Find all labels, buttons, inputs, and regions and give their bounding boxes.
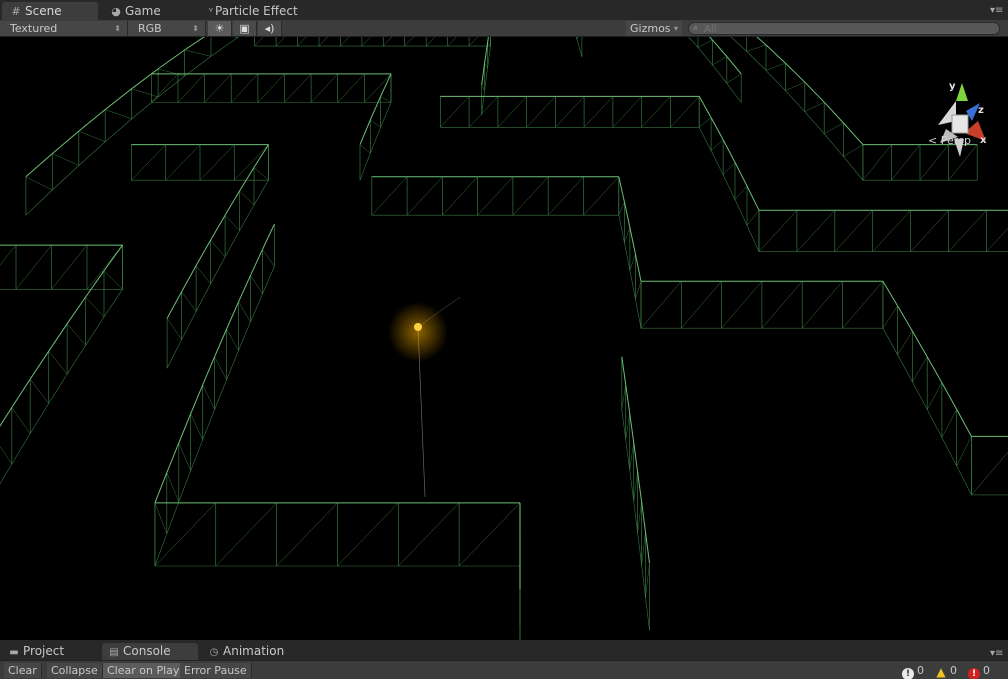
error-pause-button[interactable]: Error Pause xyxy=(180,663,252,678)
tab-particle-effect-label: Particle Effect xyxy=(215,4,298,18)
tab-scene-label: Scene xyxy=(25,4,62,18)
light-bulb-icon xyxy=(414,323,422,331)
speaker-icon: ◂) xyxy=(264,22,275,35)
projection-label[interactable]: < Persp xyxy=(928,134,971,147)
particle-icon: ᵛ xyxy=(208,5,214,18)
console-icon: ▤ xyxy=(109,647,119,658)
warning-count: 0 xyxy=(950,664,957,677)
axis-cone-y xyxy=(956,83,968,101)
tab-scene[interactable]: # Scene xyxy=(2,2,98,20)
clear-button[interactable]: Clear xyxy=(4,663,42,678)
info-counter[interactable]: ! 0 xyxy=(902,663,924,679)
persp-arrow-icon: < xyxy=(928,134,938,147)
lighting-toggle[interactable]: ☀ xyxy=(208,21,232,36)
warning-icon: ▲ xyxy=(936,665,946,679)
tab-game[interactable]: ◕ Game xyxy=(102,2,198,20)
gizmos-dropdown[interactable]: Gizmos ▾ xyxy=(626,21,682,36)
panel-menu-icon[interactable]: ▾≡ xyxy=(990,6,1003,16)
render-mode-value: Textured xyxy=(10,22,58,35)
pacman-icon: ◕ xyxy=(111,5,121,18)
error-count: 0 xyxy=(983,664,990,677)
sun-icon: ☀ xyxy=(214,22,225,35)
console-menu-icon[interactable]: ▾≡ xyxy=(990,649,1003,659)
render-mode-dropdown[interactable]: Textured ⬍ xyxy=(0,21,128,36)
tab-game-label: Game xyxy=(125,4,161,18)
clear-on-play-button[interactable]: Clear on Play xyxy=(103,663,185,678)
warning-counter[interactable]: ▲ 0 xyxy=(935,663,957,678)
maze-wireframe xyxy=(0,37,1008,640)
search-icon: ⌕ xyxy=(693,23,699,33)
collapse-button[interactable]: Collapse xyxy=(47,663,103,678)
skybox-toggle[interactable]: ▣ xyxy=(233,21,257,36)
scene-toolbar: Textured ⬍ RGB ⬍ ☀ ▣ ◂) Gizmos ▾ ⌕ xyxy=(0,20,1008,37)
axis-label-y: y xyxy=(949,81,956,92)
tab-project-label: Project xyxy=(23,644,65,658)
color-mode-value: RGB xyxy=(138,22,162,35)
persp-label: Persp xyxy=(940,134,971,147)
tab-console-label: Console xyxy=(123,644,171,658)
tab-animation[interactable]: ◷ Animation xyxy=(202,643,298,660)
bottom-tab-strip: ▬ Project ▤ Console ◷ Animation ▾≡ xyxy=(0,640,1008,660)
color-mode-dropdown[interactable]: RGB ⬍ xyxy=(128,21,206,36)
axis-label-x: x xyxy=(980,135,987,146)
tab-project[interactable]: ▬ Project xyxy=(2,643,98,660)
console-toolbar: Clear Collapse Clear on Play Error Pause… xyxy=(0,660,1008,679)
dropdown-arrow-icon: ▾ xyxy=(673,24,678,33)
error-icon: ! xyxy=(968,668,980,679)
error-counter[interactable]: ! 0 xyxy=(968,663,990,679)
updown-arrow-icon: ⬍ xyxy=(114,24,121,33)
tab-particle-effect[interactable]: ᵛ Particle Effect xyxy=(200,2,310,20)
image-icon: ▣ xyxy=(239,22,250,35)
tab-console[interactable]: ▤ Console xyxy=(102,643,198,660)
top-tab-strip: # Scene ◕ Game ᵛ Particle Effect ▾≡ xyxy=(0,0,1008,20)
gizmos-label: Gizmos xyxy=(630,22,671,35)
point-light-glow xyxy=(388,302,448,362)
search-input[interactable] xyxy=(704,24,984,35)
grid-icon: # xyxy=(11,5,21,18)
info-count: 0 xyxy=(917,664,924,677)
tab-animation-label: Animation xyxy=(223,644,285,658)
axis-center-cube xyxy=(951,114,969,134)
scene-viewport[interactable]: y z x < Persp xyxy=(0,37,1008,640)
updown-arrow-icon: ⬍ xyxy=(192,24,199,33)
orientation-gizmo[interactable]: y z x xyxy=(920,81,1004,161)
axis-label-z: z xyxy=(978,105,984,116)
folder-icon: ▬ xyxy=(9,647,19,658)
hierarchy-search[interactable]: ⌕ xyxy=(688,22,1000,35)
clock-icon: ◷ xyxy=(209,647,219,658)
audio-toggle[interactable]: ◂) xyxy=(258,21,282,36)
info-icon: ! xyxy=(902,668,914,679)
